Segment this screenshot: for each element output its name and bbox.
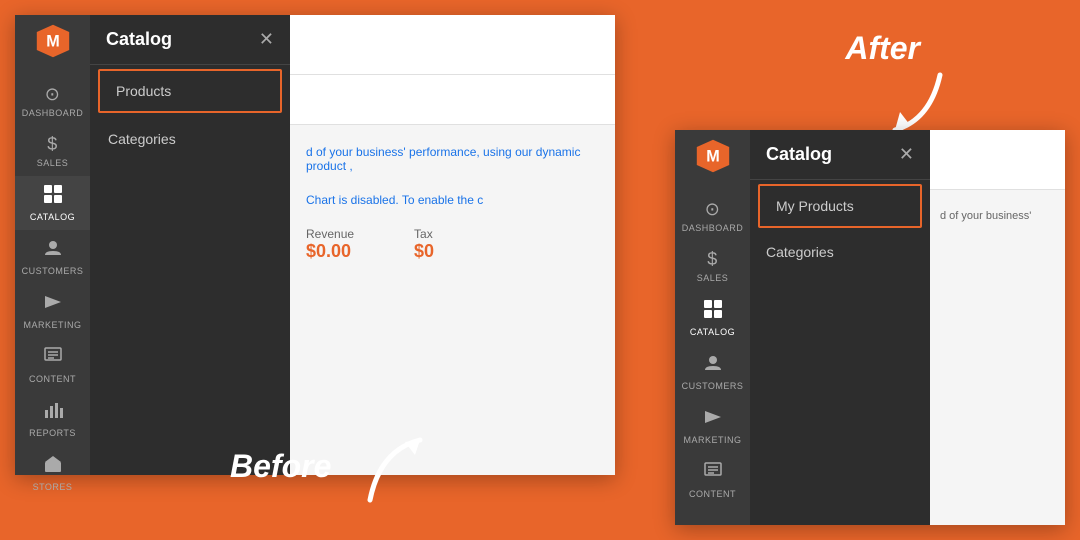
sidebar-item-customers-after[interactable]: CUSTOMERS	[675, 345, 750, 399]
dashboard-label-after: DASHBOARD	[682, 223, 744, 233]
reports-label-before: REPORTS	[29, 428, 76, 438]
sidebar-item-customers-before[interactable]: CUSTOMERS	[15, 230, 90, 284]
catalog-label-after: CATALOG	[690, 327, 735, 337]
reports-icon-before	[43, 400, 63, 425]
sidebar-item-dashboard-after[interactable]: ⊙ DASHBOARD	[675, 191, 750, 241]
catalog-label-before: CATALOG	[30, 212, 75, 222]
dashboard-label-before: DASHBOARD	[22, 108, 84, 118]
magento-logo-before: M	[35, 23, 71, 66]
content-icon-after	[703, 461, 723, 486]
sidebar-item-catalog-after[interactable]: CATALOG	[675, 291, 750, 345]
intro-text-before: d of your business' performance, using o…	[306, 145, 599, 173]
catalog-icon-before	[43, 184, 63, 209]
revenue-item-before: Revenue $0.00	[306, 227, 354, 262]
sidebar-item-reports-before[interactable]: REPORTS	[15, 392, 90, 446]
label-before: Before	[230, 448, 331, 485]
sidebar-item-marketing-after[interactable]: MARKETING	[675, 399, 750, 453]
sidebar-before: M ⊙ DASHBOARD $ SALES CATALOG	[15, 15, 90, 475]
magento-logo-after: M	[695, 138, 731, 181]
sidebar-item-stores-before[interactable]: STORES	[15, 446, 90, 500]
catalog-close-button-before[interactable]: ✕	[259, 29, 274, 50]
top-bar-after	[930, 130, 1065, 190]
sales-label-before: SALES	[37, 158, 69, 168]
sidebar-item-catalog-before[interactable]: CATALOG	[15, 176, 90, 230]
sidebar-after: M ⊙ DASHBOARD $ SALES CATALOG	[675, 130, 750, 525]
svg-text:M: M	[46, 32, 59, 50]
sidebar-item-dashboard-before[interactable]: ⊙ DASHBOARD	[15, 76, 90, 126]
marketing-icon-before	[43, 292, 63, 317]
arrow-after	[870, 60, 950, 140]
sidebar-item-content-after[interactable]: CONTENT	[675, 453, 750, 507]
dashboard-icon-after: ⊙	[705, 199, 721, 220]
marketing-label-after: MARKETING	[683, 435, 741, 445]
catalog-menu-categories-after[interactable]: Categories	[750, 232, 930, 272]
after-panel: M ⊙ DASHBOARD $ SALES CATALOG	[675, 130, 1065, 525]
tax-item-before: Tax $0	[414, 227, 434, 262]
catalog-icon-after	[703, 299, 723, 324]
sales-icon-before: $	[47, 134, 58, 155]
catalog-panel-title-before: Catalog	[106, 29, 172, 50]
content-icon-before	[43, 346, 63, 371]
main-body-before: d of your business' performance, using o…	[290, 125, 615, 282]
customers-label-after: CUSTOMERS	[682, 381, 744, 391]
catalog-menu-myproducts-after[interactable]: My Products	[758, 184, 922, 228]
catalog-panel-header-after: Catalog ✕	[750, 130, 930, 180]
marketing-label-before: MARKETING	[23, 320, 81, 330]
second-bar-before	[290, 75, 615, 125]
catalog-menu-categories-before[interactable]: Categories	[90, 117, 290, 161]
revenue-row-before: Revenue $0.00 Tax $0	[306, 227, 599, 262]
revenue-amount-before: $0.00	[306, 241, 351, 261]
sidebar-item-sales-before[interactable]: $ SALES	[15, 126, 90, 176]
customers-icon-after	[703, 353, 723, 378]
sidebar-item-content-before[interactable]: CONTENT	[15, 338, 90, 392]
marketing-icon-after	[703, 407, 723, 432]
svg-text:M: M	[706, 147, 719, 165]
before-panel: M ⊙ DASHBOARD $ SALES CATALOG	[15, 15, 615, 475]
content-label-after: CONTENT	[689, 489, 736, 499]
top-bar-before	[290, 15, 615, 75]
dashboard-icon-before: ⊙	[45, 84, 61, 105]
intro-text-after: d of your business'	[940, 210, 1055, 222]
revenue-label-before: Revenue	[306, 227, 354, 241]
stores-label-before: STORES	[33, 482, 73, 492]
customers-icon-before	[43, 238, 63, 263]
catalog-menu-products-before[interactable]: Products	[98, 69, 282, 113]
sidebar-item-sales-after[interactable]: $ SALES	[675, 241, 750, 291]
stores-icon-before	[43, 454, 63, 479]
main-content-before: d of your business' performance, using o…	[290, 15, 615, 475]
tax-amount-before: $0	[414, 241, 434, 261]
sales-icon-after: $	[707, 249, 718, 270]
catalog-panel-header-before: Catalog ✕	[90, 15, 290, 65]
catalog-panel-after: Catalog ✕ My Products Categories	[750, 130, 930, 525]
chart-disabled-text-before: Chart is disabled. To enable the c	[306, 193, 599, 207]
main-body-after: d of your business'	[930, 190, 1065, 242]
content-label-before: CONTENT	[29, 374, 76, 384]
sales-label-after: SALES	[697, 273, 729, 283]
arrow-before	[350, 420, 430, 500]
catalog-panel-before: Catalog ✕ Products Categories	[90, 15, 290, 475]
tax-label-before: Tax	[414, 227, 434, 241]
main-content-after: d of your business'	[930, 130, 1065, 525]
customers-label-before: CUSTOMERS	[22, 266, 84, 276]
catalog-close-button-after[interactable]: ✕	[899, 144, 914, 165]
sidebar-item-marketing-before[interactable]: MARKETING	[15, 284, 90, 338]
catalog-panel-title-after: Catalog	[766, 144, 832, 165]
